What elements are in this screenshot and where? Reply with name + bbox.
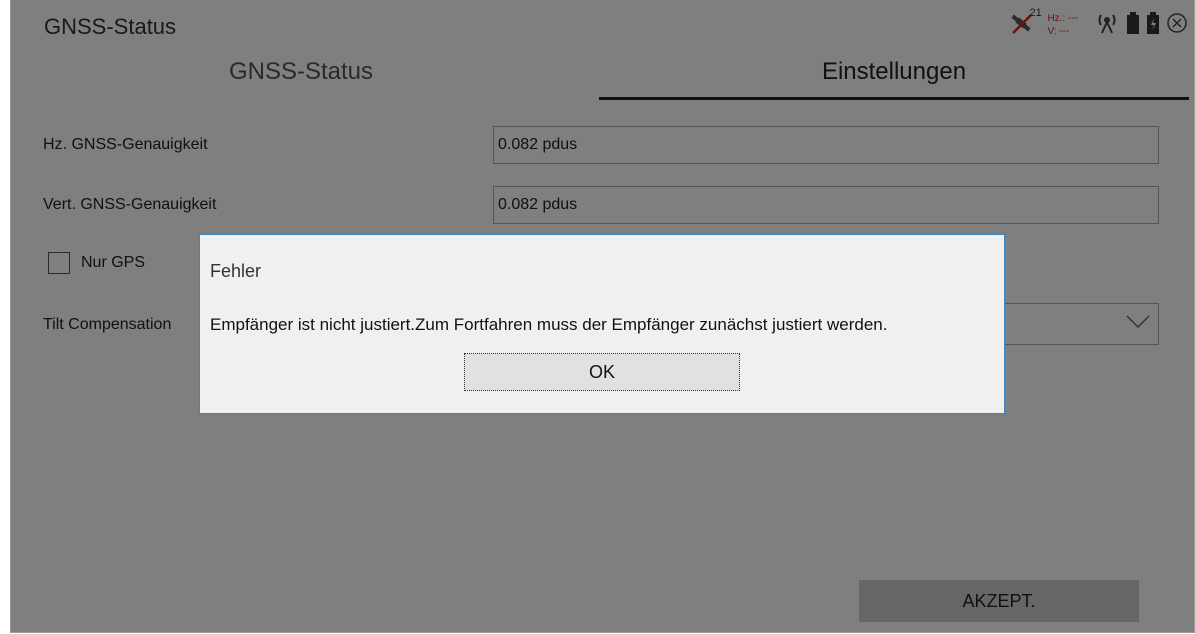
dialog-message: Empfänger ist nicht justiert.Zum Fortfah… — [210, 315, 888, 334]
error-dialog: Fehler Empfänger ist nicht justiert.Zum … — [199, 234, 1005, 414]
ok-button[interactable]: OK — [464, 353, 740, 391]
dialog-title: Fehler — [210, 261, 262, 281]
app-window: GNSS-Status 21 Hz.: --- V: --- — [10, 0, 1195, 633]
